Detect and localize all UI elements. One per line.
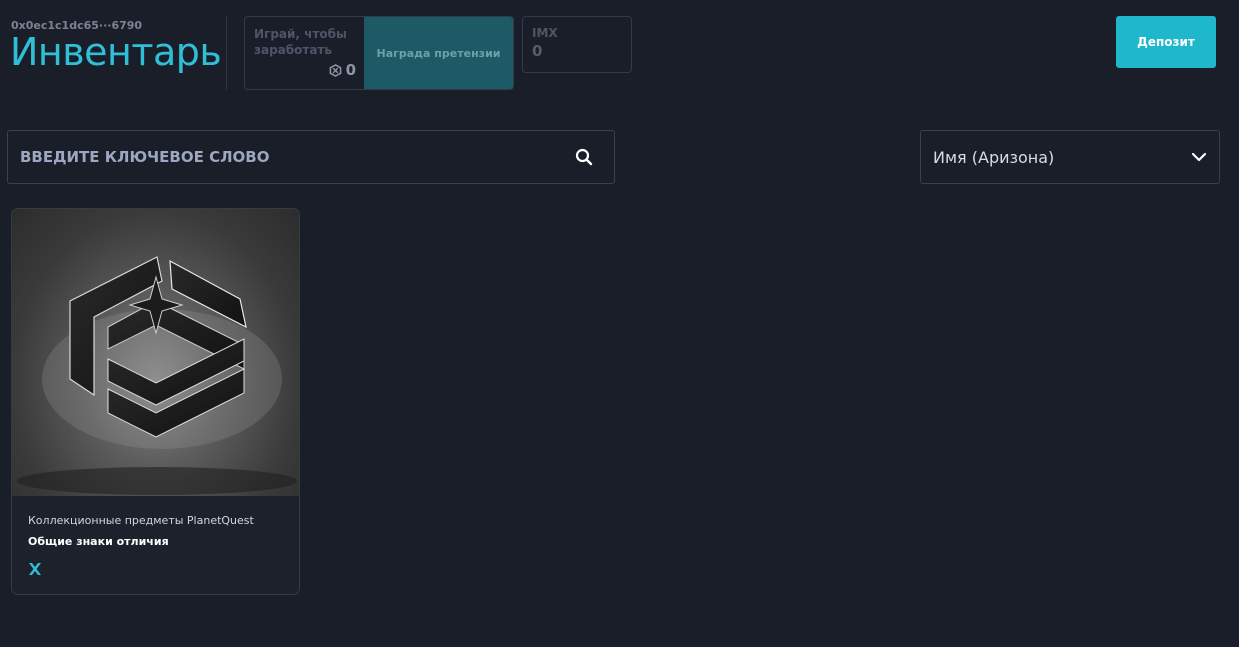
sort-select[interactable]: Имя (Аризона) (920, 130, 1220, 184)
search-icon[interactable] (574, 147, 594, 167)
imx-value: 0 (532, 42, 543, 60)
token-icon (329, 63, 341, 77)
imx-balance: IMX 0 (522, 16, 632, 73)
item-name: Общие знаки отличия (28, 535, 169, 548)
play-to-earn-stat: Играй, чтобы заработать 0 (245, 17, 364, 89)
card-body: Коллекционные предметы PlanetQuest Общие… (12, 514, 299, 580)
item-image (12, 209, 299, 496)
insignia-emblem-icon (17, 256, 297, 495)
play-to-earn-label: Играй, чтобы заработать (254, 27, 347, 57)
search-input[interactable] (8, 147, 574, 167)
item-collection: Коллекционные предметы PlanetQuest (28, 514, 254, 527)
imx-label: IMX (532, 26, 558, 40)
header-divider (226, 16, 227, 90)
deposit-button[interactable]: Депозит (1116, 16, 1216, 68)
play-to-earn-value: 0 (345, 61, 356, 79)
page-title: Инвентарь (10, 30, 222, 74)
search-bar (7, 130, 615, 184)
earn-stat-group: Играй, чтобы заработать 0 Награда претен… (244, 16, 514, 90)
immutable-x-icon (29, 563, 41, 575)
play-to-earn-value-wrap: 0 (329, 61, 356, 79)
claim-reward-button[interactable]: Награда претензии (364, 17, 513, 89)
sort-selected-value: Имя (Аризона) (933, 147, 1055, 167)
chevron-down-icon (1191, 152, 1207, 162)
inventory-card[interactable]: Коллекционные предметы PlanetQuest Общие… (11, 208, 300, 595)
